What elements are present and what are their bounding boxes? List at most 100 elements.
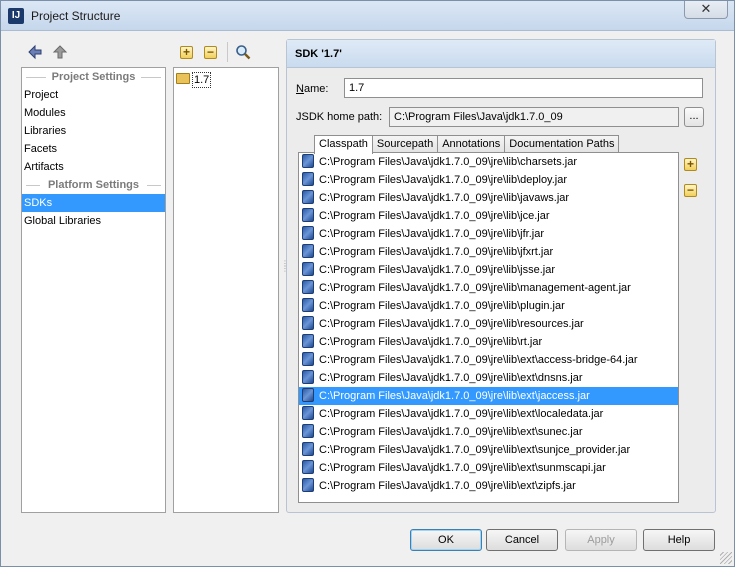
jar-file-icon <box>302 172 314 186</box>
classpath-entry-label: C:\Program Files\Java\jdk1.7.0_09\jre\li… <box>319 426 583 438</box>
classpath-list-item[interactable]: C:\Program Files\Java\jdk1.7.0_09\jre\li… <box>299 351 678 369</box>
classpath-entry-label: C:\Program Files\Java\jdk1.7.0_09\jre\li… <box>319 480 576 492</box>
classpath-list-item[interactable]: C:\Program Files\Java\jdk1.7.0_09\jre\li… <box>299 369 678 387</box>
jdk-folder-icon <box>176 73 190 84</box>
home-path-label: JSDK home path: <box>296 111 383 123</box>
name-label: Name: <box>296 83 329 95</box>
tab-classpath[interactable]: Classpath <box>314 135 373 154</box>
jar-file-icon <box>302 478 314 492</box>
classpath-entry-label: C:\Program Files\Java\jdk1.7.0_09\jre\li… <box>319 372 583 384</box>
classpath-entry-label: C:\Program Files\Java\jdk1.7.0_09\jre\li… <box>319 282 631 294</box>
search-icon[interactable] <box>235 44 251 60</box>
apply-button[interactable]: Apply <box>565 529 637 551</box>
classpath-entry-label: C:\Program Files\Java\jdk1.7.0_09\jre\li… <box>319 462 606 474</box>
jar-file-icon <box>302 190 314 204</box>
jar-file-icon <box>302 280 314 294</box>
jar-file-icon <box>302 388 314 402</box>
jar-file-icon <box>302 334 314 348</box>
jar-file-icon <box>302 352 314 366</box>
classpath-entry-label: C:\Program Files\Java\jdk1.7.0_09\jre\li… <box>319 336 543 348</box>
sdk-list-panel: 1.7 <box>173 67 279 513</box>
classpath-list-item[interactable]: C:\Program Files\Java\jdk1.7.0_09\jre\li… <box>299 315 678 333</box>
classpath-entry-label: C:\Program Files\Java\jdk1.7.0_09\jre\li… <box>319 390 590 402</box>
classpath-entry-label: C:\Program Files\Java\jdk1.7.0_09\jre\li… <box>319 264 555 276</box>
nav-item-project[interactable]: Project <box>22 86 165 104</box>
classpath-list-item[interactable]: C:\Program Files\Java\jdk1.7.0_09\jre\li… <box>299 333 678 351</box>
browse-home-path-button[interactable]: ... <box>684 107 704 127</box>
nav-item-global-libraries[interactable]: Global Libraries <box>22 212 165 230</box>
classpath-entry-label: C:\Program Files\Java\jdk1.7.0_09\jre\li… <box>319 444 631 456</box>
help-button[interactable]: Help <box>643 529 715 551</box>
close-button[interactable]: ✕ <box>684 1 728 19</box>
tab-documentation-paths[interactable]: Documentation Paths <box>504 135 620 153</box>
back-arrow-icon[interactable] <box>27 44 43 60</box>
sdk-detail-panel: SDK '1.7' Name: 1.7 JSDK home path: C:\P… <box>286 39 716 513</box>
jar-file-icon <box>302 316 314 330</box>
classpath-list-item[interactable]: C:\Program Files\Java\jdk1.7.0_09\jre\li… <box>299 423 678 441</box>
nav-item-libraries[interactable]: Libraries <box>22 122 165 140</box>
nav-item-sdks[interactable]: SDKs <box>22 194 165 212</box>
tab-annotations[interactable]: Annotations <box>437 135 506 153</box>
intellij-app-icon: IJ <box>8 8 24 24</box>
classpath-list-item[interactable]: C:\Program Files\Java\jdk1.7.0_09\jre\li… <box>299 387 678 405</box>
classpath-entry-label: C:\Program Files\Java\jdk1.7.0_09\jre\li… <box>319 300 565 312</box>
jar-file-icon <box>302 244 314 258</box>
classpath-list-item[interactable]: C:\Program Files\Java\jdk1.7.0_09\jre\li… <box>299 297 678 315</box>
classpath-list-item[interactable]: C:\Program Files\Java\jdk1.7.0_09\jre\li… <box>299 279 678 297</box>
classpath-list-item[interactable]: C:\Program Files\Java\jdk1.7.0_09\jre\li… <box>299 243 678 261</box>
classpath-list-item[interactable]: C:\Program Files\Java\jdk1.7.0_09\jre\li… <box>299 225 678 243</box>
nav-item-facets[interactable]: Facets <box>22 140 165 158</box>
jar-file-icon <box>302 154 314 168</box>
add-classpath-icon[interactable]: + <box>684 158 697 171</box>
toolbar-separator <box>227 42 228 62</box>
classpath-list-item[interactable]: C:\Program Files\Java\jdk1.7.0_09\jre\li… <box>299 207 678 225</box>
tab-sourcepath[interactable]: Sourcepath <box>371 135 439 153</box>
classpath-entry-label: C:\Program Files\Java\jdk1.7.0_09\jre\li… <box>319 174 568 186</box>
remove-sdk-icon[interactable]: − <box>204 46 217 59</box>
sdk-list-item-label: 1.7 <box>192 72 212 88</box>
classpath-entry-label: C:\Program Files\Java\jdk1.7.0_09\jre\li… <box>319 318 584 330</box>
jar-file-icon <box>302 406 314 420</box>
classpath-list-item[interactable]: C:\Program Files\Java\jdk1.7.0_09\jre\li… <box>299 441 678 459</box>
nav-item-artifacts[interactable]: Artifacts <box>22 158 165 176</box>
forward-arrow-icon[interactable] <box>52 44 68 60</box>
classpath-list-item[interactable]: C:\Program Files\Java\jdk1.7.0_09\jre\li… <box>299 261 678 279</box>
classpath-list-item[interactable]: C:\Program Files\Java\jdk1.7.0_09\jre\li… <box>299 171 678 189</box>
settings-nav-panel: Project Settings Project Modules Librari… <box>21 67 166 513</box>
classpath-entry-label: C:\Program Files\Java\jdk1.7.0_09\jre\li… <box>319 408 604 420</box>
remove-classpath-icon[interactable]: − <box>684 184 697 197</box>
classpath-list-item[interactable]: C:\Program Files\Java\jdk1.7.0_09\jre\li… <box>299 405 678 423</box>
classpath-list-item[interactable]: C:\Program Files\Java\jdk1.7.0_09\jre\li… <box>299 189 678 207</box>
window-title: Project Structure <box>31 9 121 23</box>
classpath-list-item[interactable]: C:\Program Files\Java\jdk1.7.0_09\jre\li… <box>299 477 678 495</box>
add-sdk-icon[interactable]: + <box>180 46 193 59</box>
jar-file-icon <box>302 298 314 312</box>
sdk-list-item[interactable]: 1.7 <box>176 72 212 88</box>
cancel-button[interactable]: Cancel <box>486 529 558 551</box>
sdk-name-input[interactable]: 1.7 <box>344 78 703 98</box>
nav-item-modules[interactable]: Modules <box>22 104 165 122</box>
classpath-list[interactable]: C:\Program Files\Java\jdk1.7.0_09\jre\li… <box>298 152 679 503</box>
project-settings-header: Project Settings <box>22 68 165 86</box>
splitter-handle[interactable]: ⋮ ⋮ <box>281 260 289 281</box>
jar-file-icon <box>302 442 314 456</box>
jar-file-icon <box>302 460 314 474</box>
ok-button[interactable]: OK <box>410 529 482 551</box>
jar-file-icon <box>302 262 314 276</box>
classpath-list-item[interactable]: C:\Program Files\Java\jdk1.7.0_09\jre\li… <box>299 153 678 171</box>
classpath-entry-label: C:\Program Files\Java\jdk1.7.0_09\jre\li… <box>319 354 638 366</box>
platform-settings-header: Platform Settings <box>22 176 165 194</box>
project-structure-window: IJ Project Structure ✕ + − Project Setti… <box>0 0 735 567</box>
jar-file-icon <box>302 208 314 222</box>
sdk-detail-header: SDK '1.7' <box>287 40 715 68</box>
classpath-entry-label: C:\Program Files\Java\jdk1.7.0_09\jre\li… <box>319 156 577 168</box>
classpath-entry-label: C:\Program Files\Java\jdk1.7.0_09\jre\li… <box>319 246 554 258</box>
resize-grip[interactable] <box>720 552 732 564</box>
jar-file-icon <box>302 370 314 384</box>
title-bar[interactable]: IJ Project Structure ✕ <box>1 1 734 31</box>
home-path-field[interactable]: C:\Program Files\Java\jdk1.7.0_09 <box>389 107 679 127</box>
classpath-entry-label: C:\Program Files\Java\jdk1.7.0_09\jre\li… <box>319 210 550 222</box>
classpath-entry-label: C:\Program Files\Java\jdk1.7.0_09\jre\li… <box>319 228 544 240</box>
classpath-list-item[interactable]: C:\Program Files\Java\jdk1.7.0_09\jre\li… <box>299 459 678 477</box>
sdk-path-tabs: Classpath Sourcepath Annotations Documen… <box>314 135 620 154</box>
